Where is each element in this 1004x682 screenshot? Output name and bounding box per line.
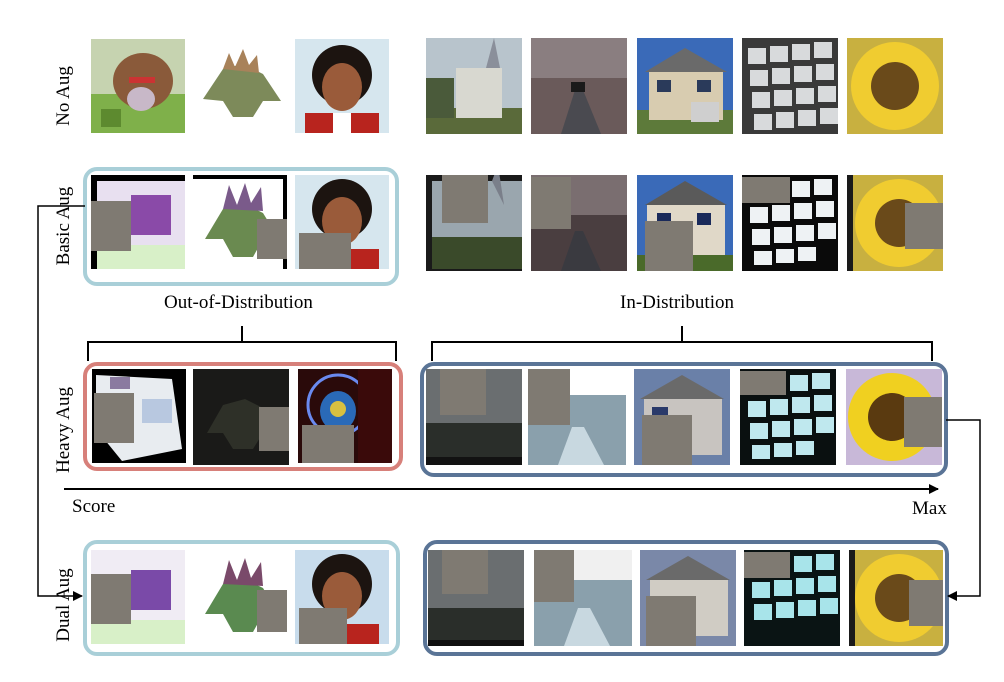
dual-aug-house-image [640,550,736,646]
heavy-aug-road-image [528,369,626,465]
cutout-patch [904,397,942,447]
cutout-patch [91,574,131,624]
dual-aug-cow-image [91,550,185,644]
cutout-patch [299,608,347,644]
cutout-patch [528,369,570,425]
cutout-patch [740,371,786,395]
no-aug-child-portrait-image [295,39,389,133]
cutout-patch [744,552,790,578]
basic-aug-sunflower-image [847,175,943,271]
cutout-patch [94,393,134,443]
cutout-patch [257,219,287,259]
score-axis-end-label: Max [912,498,947,519]
no-aug-sunflower-image [847,38,943,134]
cutout-patch [742,177,790,203]
basic-aug-child-portrait-image [295,175,389,269]
heavy-aug-stegosaurus-image [193,369,289,465]
ood-caption: Out-of-Distribution [164,292,313,313]
no-aug-stegosaurus-image [193,39,287,133]
no-aug-road-image [531,38,627,134]
cutout-patch [646,596,696,646]
basic-aug-road-image [531,175,627,271]
score-axis-start-label: Score [72,496,116,517]
heavy-aug-sunflower-image [846,369,942,465]
heavy-to-dual-connector [946,419,981,601]
row-label-no-aug: No Aug [53,66,74,126]
heavy-aug-child-portrait-image [298,369,392,463]
dual-aug-castle-image [428,550,524,646]
cutout-patch [302,425,354,463]
no-aug-castle-image [426,38,522,134]
row-label-dual-aug: Dual Aug [53,568,74,642]
row-label-heavy-aug: Heavy Aug [53,387,74,474]
dual-aug-stegosaurus-image [193,550,287,644]
no-aug-keyboard-image [742,38,838,134]
cutout-patch [642,415,692,465]
basic-aug-stegosaurus-image [193,175,287,269]
row-label-basic-aug: Basic Aug [53,186,74,266]
cutout-patch [442,550,488,594]
no-aug-cow-image [91,39,185,133]
heavy-aug-cow-image [92,369,186,463]
cutout-patch [531,177,571,229]
no-aug-house-image [637,38,733,134]
dual-aug-child-portrait-image [295,550,389,644]
cutout-patch [91,201,131,251]
basic-aug-castle-image [426,175,522,271]
heavy-aug-keyboard-image [740,369,836,465]
cutout-patch [257,590,287,632]
basic-aug-keyboard-image [742,175,838,271]
dual-aug-keyboard-image [744,550,840,646]
basic-aug-cow-image [91,175,185,269]
cutout-patch [534,550,574,602]
id-bracket [431,326,933,361]
cutout-patch [442,175,488,223]
cutout-patch [909,580,943,626]
cutout-patch [440,369,486,415]
cutout-patch [645,221,693,271]
cutout-patch [299,233,351,269]
dual-aug-sunflower-image [849,550,943,646]
dual-aug-road-image [534,550,632,646]
heavy-aug-castle-image [426,369,522,465]
ood-bracket [87,326,397,361]
cutout-patch [905,203,943,249]
id-caption: In-Distribution [620,292,734,313]
basic-aug-house-image [637,175,733,271]
cutout-patch [259,407,289,451]
heavy-aug-house-image [634,369,730,465]
